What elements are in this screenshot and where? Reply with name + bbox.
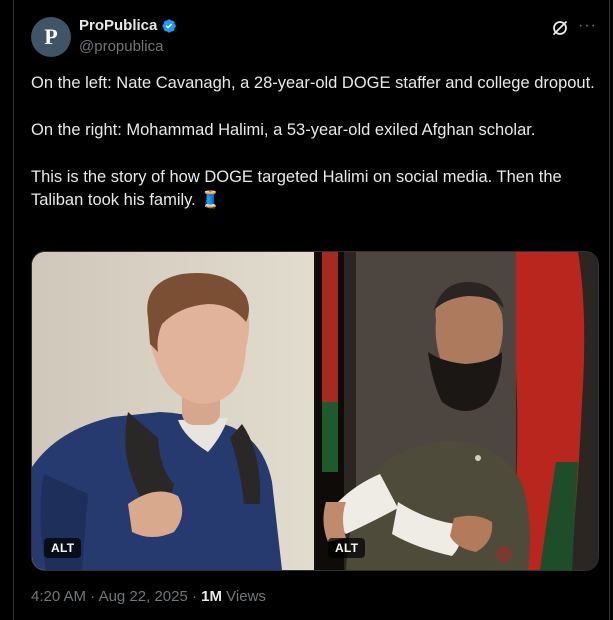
views-label: Views (222, 588, 266, 605)
author-name-row[interactable]: ProPublica (79, 17, 177, 34)
photo-right-illustration (316, 252, 598, 570)
meta-separator: · (187, 588, 202, 605)
photo-left-illustration (32, 252, 314, 570)
tweet-card: P ProPublica @propublica ··· On the left… (0, 0, 613, 620)
right-divider (609, 0, 610, 620)
media-grid: ALT ALT (31, 251, 599, 571)
photo-left[interactable]: ALT (32, 252, 314, 570)
post-time[interactable]: 4:20 AM (31, 588, 86, 605)
grok-slash-icon[interactable] (550, 18, 570, 38)
left-divider (13, 0, 14, 620)
avatar[interactable]: P (31, 17, 71, 57)
post-date[interactable]: Aug 22, 2025 (99, 588, 188, 605)
alt-text-badge[interactable]: ALT (328, 538, 366, 558)
tweet-text: On the left: Nate Cavanagh, a 28-year-ol… (31, 72, 597, 212)
meta-separator: · (86, 588, 99, 605)
more-options-button[interactable]: ··· (578, 16, 598, 36)
tweet-paragraph: On the left: Nate Cavanagh, a 28-year-ol… (31, 74, 595, 92)
tweet-paragraph: On the right: Mohammad Halimi, a 53-year… (31, 121, 536, 139)
alt-text-badge[interactable]: ALT (44, 538, 82, 558)
tweet-metadata: 4:20 AM · Aug 22, 2025 · 1M Views (31, 588, 266, 605)
photo-right[interactable]: ALT (316, 252, 598, 570)
author-display-name[interactable]: ProPublica (79, 17, 157, 34)
verified-badge-icon (161, 18, 177, 34)
tweet-paragraph: This is the story of how DOGE targeted H… (31, 168, 562, 209)
views-count[interactable]: 1M (201, 588, 222, 605)
author-handle[interactable]: @propublica (79, 38, 163, 55)
